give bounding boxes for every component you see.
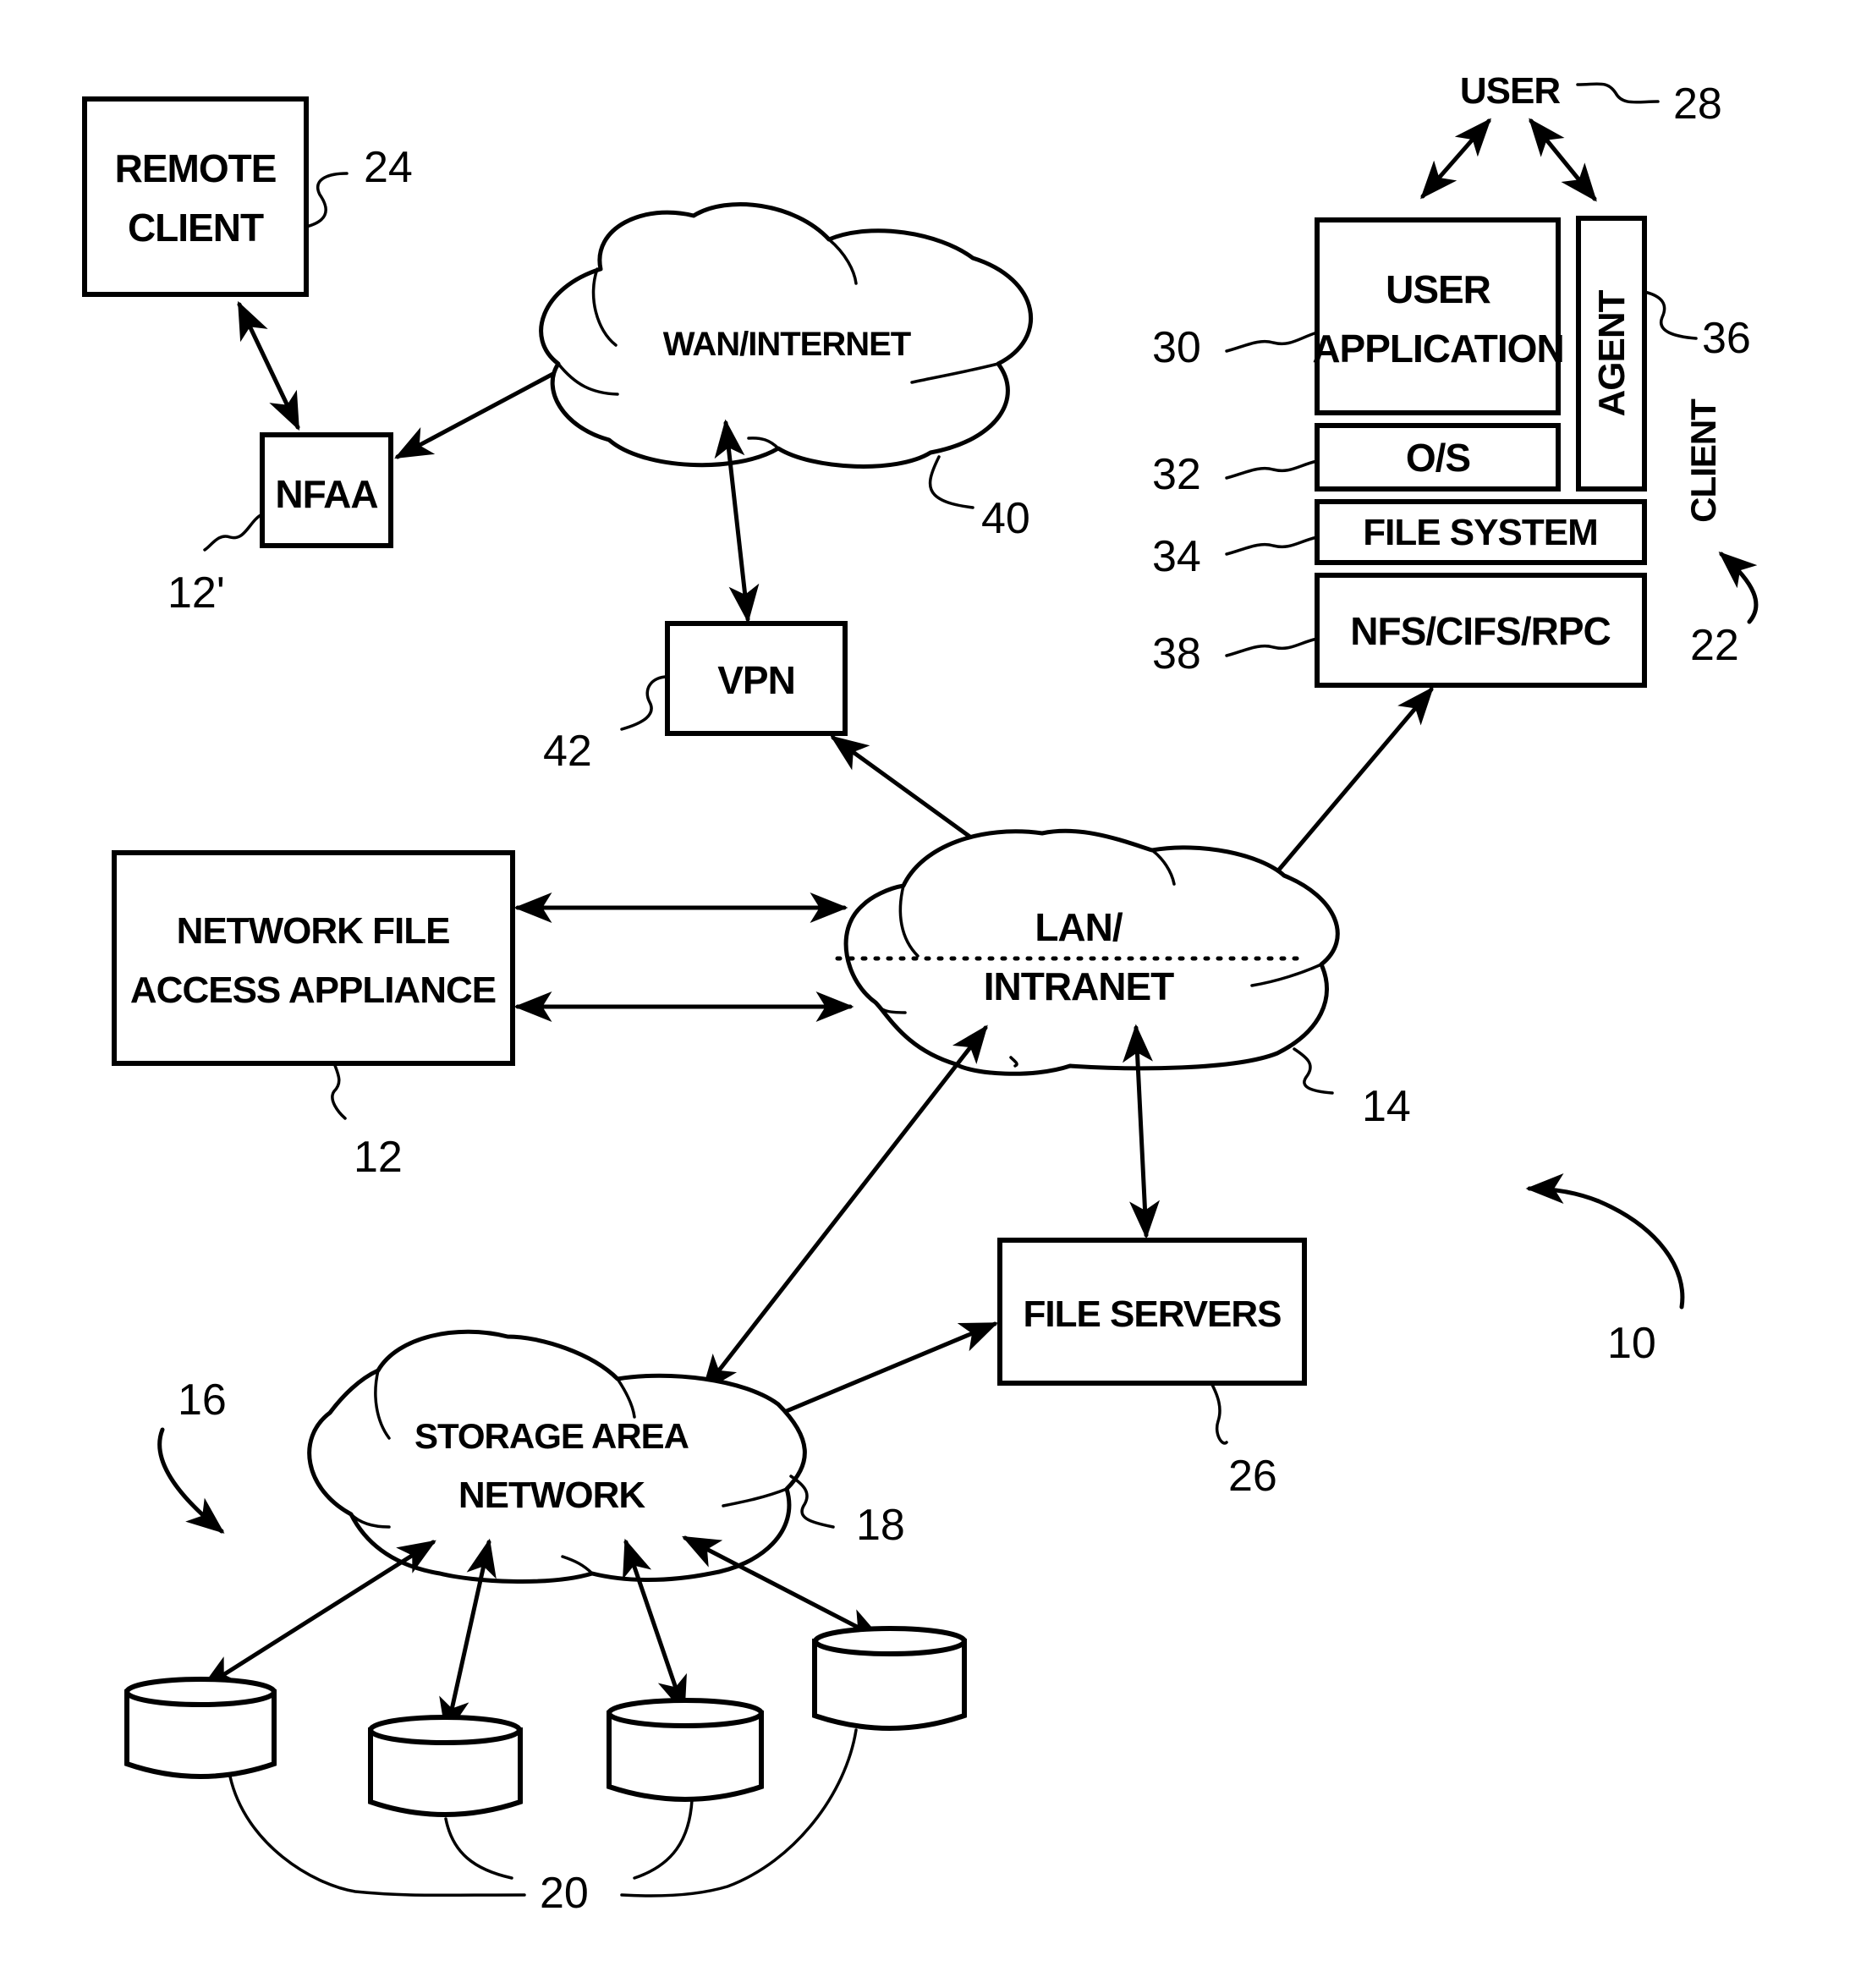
nfaa-label-line2: ACCESS APPLIANCE [130, 969, 496, 1011]
disk-top [368, 1715, 522, 1745]
san-cloud [307, 1329, 807, 1584]
remote-client-label-line2: CLIENT [128, 206, 264, 250]
remote-client-label-line1: REMOTE [115, 146, 277, 190]
os-leader [1225, 459, 1319, 480]
lan-cloud [843, 828, 1340, 1076]
remote-client-box [82, 96, 309, 297]
system-arrow [1525, 1173, 1685, 1310]
protocols-label: NFS/CIFS/RPC [1350, 609, 1610, 653]
nfaa-ref: 12 [354, 1133, 403, 1182]
remote-client-node: REMOTE CLIENT 24 [82, 96, 413, 297]
arrow-san-storage-4 [682, 1535, 883, 1641]
lan-ref: 14 [1362, 1082, 1411, 1131]
storage-device-4 [812, 1626, 967, 1731]
user-ref: 28 [1673, 80, 1722, 129]
storage-group-arrow [157, 1427, 225, 1534]
san-label-line2: NETWORK [458, 1475, 646, 1516]
lan-leader [1293, 1047, 1334, 1095]
nfaa-remote-ref: 12' [167, 568, 225, 618]
nfaa-remote-label: NFAA [275, 472, 377, 516]
wan-leader [928, 455, 974, 509]
client-node: USER 28 USER APPLICATION 30 AGENT 36 O/S… [1152, 70, 1759, 688]
storage-leader-3 [633, 1799, 694, 1880]
file-system-label: FILE SYSTEM [1363, 512, 1597, 553]
user-application-label-line1: USER [1386, 267, 1491, 311]
os-label: O/S [1406, 436, 1470, 480]
user-application-box [1315, 217, 1561, 415]
protocols-ref: 38 [1152, 629, 1201, 678]
agent-label: AGENT [1591, 289, 1633, 416]
nfaa-remote-leader [203, 513, 264, 552]
vpn-node: VPN 42 [543, 621, 848, 776]
file-system-leader [1225, 535, 1319, 556]
user-application-label-line2: APPLICATION [1312, 327, 1563, 371]
lan-cloud-node: LAN/ INTRANET 14 [835, 828, 1411, 1131]
file-servers-label: FILE SERVERS [1023, 1293, 1281, 1335]
agent-ref: 36 [1702, 314, 1751, 363]
lan-label-line1: LAN/ [1035, 905, 1123, 949]
nfaa-remote-node: NFAA 12' [167, 432, 393, 618]
user-application-leader [1225, 331, 1319, 353]
agent-leader [1643, 290, 1698, 340]
disk-top [607, 1698, 764, 1728]
storage-group-ref: 16 [178, 1376, 227, 1425]
user-label: USER [1460, 70, 1560, 112]
vpn-leader [620, 675, 669, 731]
storage-leader-2 [444, 1817, 513, 1880]
arrow-lan-san [701, 1024, 988, 1393]
storage-device-2 [368, 1715, 523, 1817]
nfaa-node: NETWORK FILE ACCESS APPLIANCE 12 [112, 850, 515, 1182]
user-leader [1576, 82, 1660, 104]
wan-label: WAN/INTERNET [663, 326, 911, 363]
client-group-arrow [1718, 552, 1759, 624]
remote-client-leader [305, 172, 349, 228]
vpn-label: VPN [717, 658, 795, 702]
disk-top [124, 1677, 277, 1707]
arrow-remote-client-nfaa [237, 300, 300, 431]
system-ref: 10 [1607, 1319, 1656, 1368]
storage-device-3 [607, 1698, 764, 1802]
san-label-line1: STORAGE AREA [414, 1416, 689, 1456]
nfaa-label-line1: NETWORK FILE [177, 910, 450, 952]
wan-ref: 40 [981, 494, 1030, 543]
file-servers-node: FILE SERVERS 26 [997, 1238, 1307, 1501]
client-label: CLIENT [1683, 398, 1723, 523]
protocols-leader [1225, 637, 1319, 657]
file-servers-ref: 26 [1228, 1452, 1277, 1501]
disk-top [813, 1626, 967, 1656]
arrow-user-agent [1529, 118, 1597, 202]
san-cloud-node: STORAGE AREA NETWORK 18 16 [157, 1329, 905, 1584]
lan-label-line2: INTRANET [984, 964, 1174, 1008]
nfaa-leader [331, 1062, 347, 1120]
file-servers-leader [1210, 1381, 1228, 1445]
storage-device-1 [124, 1677, 277, 1779]
remote-client-ref: 24 [364, 143, 413, 192]
san-leader [789, 1475, 835, 1529]
file-system-ref: 34 [1152, 532, 1201, 581]
storage-ref: 20 [540, 1869, 589, 1918]
arrow-user-application [1420, 118, 1491, 200]
wan-cloud-node: WAN/INTERNET 40 [539, 202, 1033, 543]
network-diagram: REMOTE CLIENT 24 NFAA 12' WAN/INTERNET 4… [82, 70, 1759, 1918]
arrow-san-storage-1 [200, 1540, 436, 1690]
client-ref: 22 [1690, 621, 1739, 670]
san-ref: 18 [856, 1501, 905, 1550]
nfaa-box [112, 850, 515, 1066]
os-ref: 32 [1152, 450, 1201, 499]
vpn-ref: 42 [543, 727, 592, 776]
user-application-ref: 30 [1152, 323, 1201, 372]
